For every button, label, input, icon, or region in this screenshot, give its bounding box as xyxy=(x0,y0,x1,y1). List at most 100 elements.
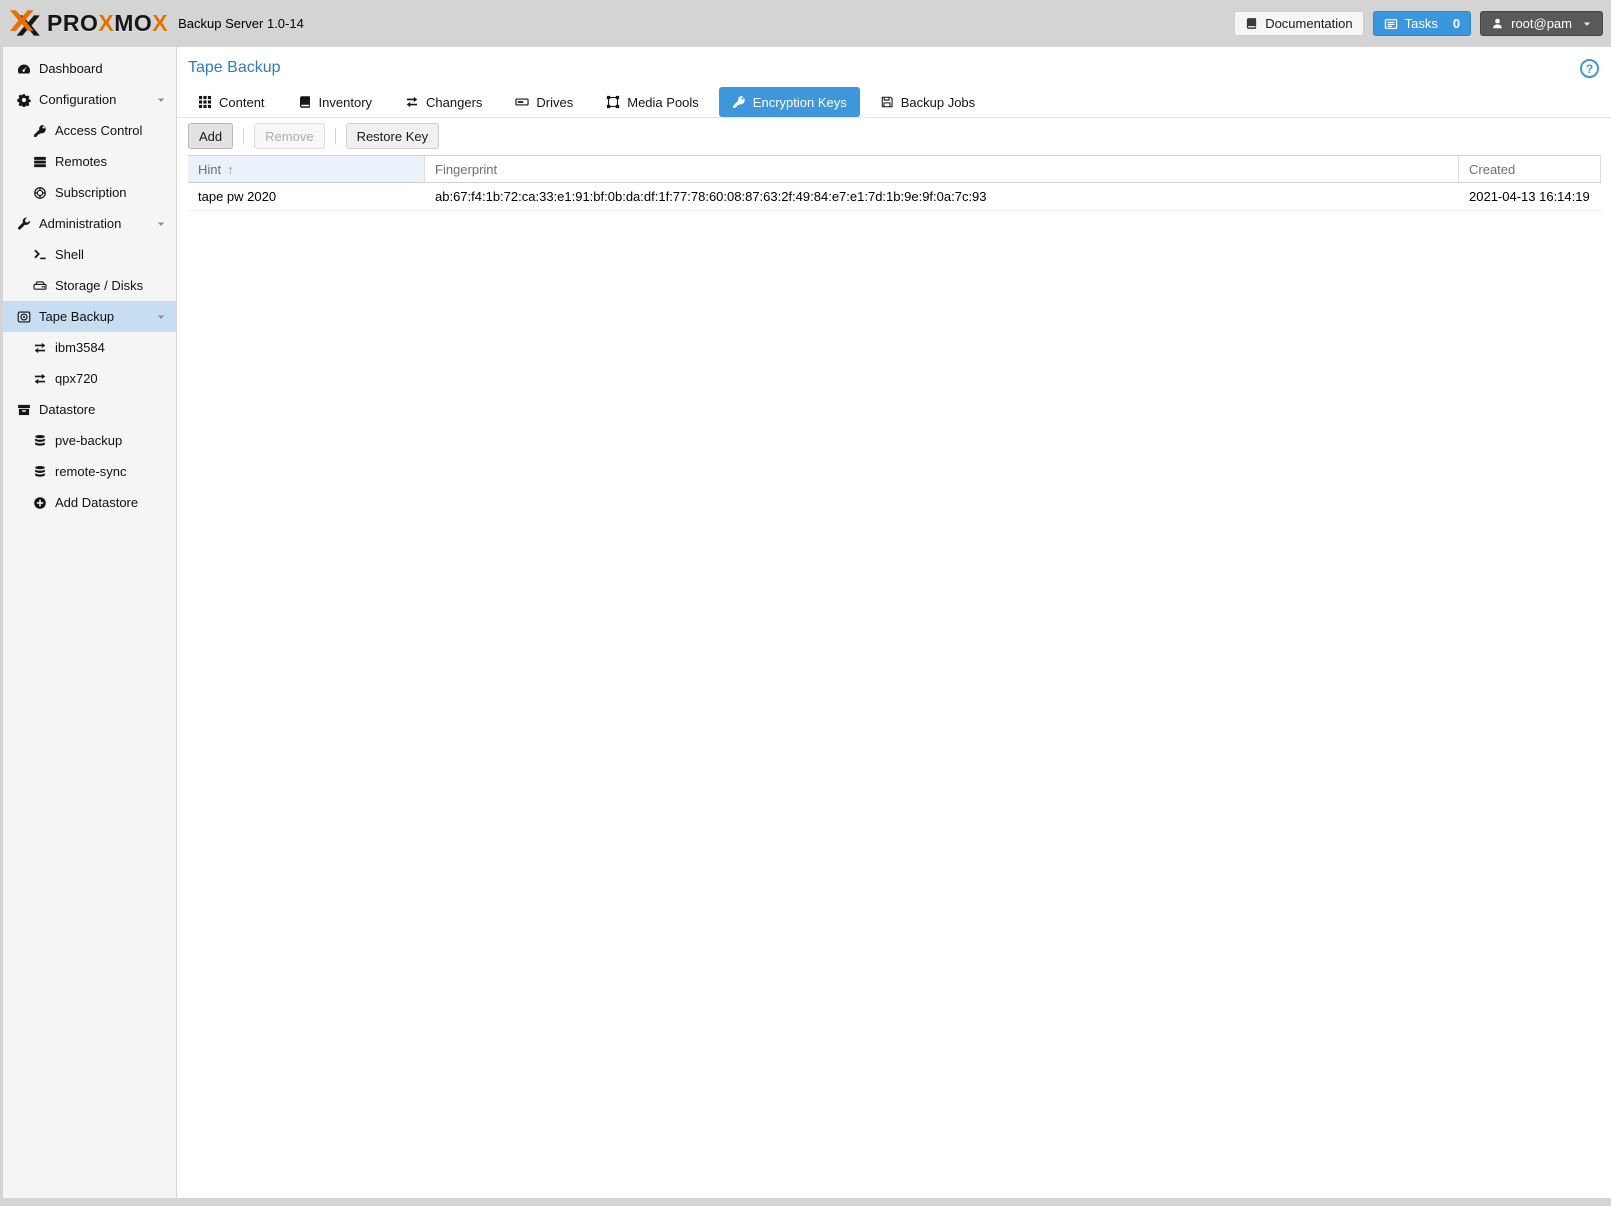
sidebar-item-label: Tape Backup xyxy=(39,309,114,324)
tab-encryption-keys[interactable]: Encryption Keys xyxy=(719,87,860,117)
dashboard-icon xyxy=(15,62,33,76)
exchange-icon xyxy=(405,95,419,109)
grid-icon xyxy=(198,95,212,109)
proxmox-x-logo-icon xyxy=(10,10,41,37)
key-icon xyxy=(31,124,49,138)
tab-drives[interactable]: Drives xyxy=(502,87,586,117)
sort-ascending-icon: ↑ xyxy=(227,162,234,177)
app-header: PROXMOX Backup Server 1.0-14 Documentati… xyxy=(0,0,1611,47)
user-icon xyxy=(1491,17,1504,30)
chevron-down-icon[interactable] xyxy=(156,95,166,105)
documentation-label: Documentation xyxy=(1265,16,1352,31)
proxmox-backup-server-app: PROXMOX Backup Server 1.0-14 Documentati… xyxy=(0,0,1611,1206)
sidebar-item-label: pve-backup xyxy=(55,433,122,448)
user-menu-button[interactable]: root@pam xyxy=(1480,11,1603,36)
header-actions: Documentation Tasks 0 root@pam xyxy=(1234,11,1603,36)
book-icon xyxy=(298,95,312,109)
sidebar-nav: Dashboard Configuration Access Control Remo… xyxy=(3,47,177,1198)
tasks-label: Tasks xyxy=(1405,16,1438,31)
sidebar-item-storage-disks[interactable]: Storage / Disks xyxy=(3,270,176,301)
chevron-down-icon[interactable] xyxy=(156,312,166,322)
column-label: Fingerprint xyxy=(435,162,497,177)
remotes-icon xyxy=(31,155,49,169)
sidebar-item-shell[interactable]: Shell xyxy=(3,239,176,270)
hdd-icon xyxy=(31,279,49,293)
wordmark-segment: PRO xyxy=(47,10,98,36)
tab-backup-jobs[interactable]: Backup Jobs xyxy=(867,87,988,117)
tasks-list-icon xyxy=(1384,17,1398,31)
tab-media-pools[interactable]: Media Pools xyxy=(593,87,712,117)
help-icon[interactable]: ? xyxy=(1580,59,1599,78)
sidebar-item-qpx720[interactable]: qpx720 xyxy=(3,363,176,394)
tab-label: Drives xyxy=(536,95,573,110)
sidebar-item-ibm3584[interactable]: ibm3584 xyxy=(3,332,176,363)
sidebar-item-access-control[interactable]: Access Control xyxy=(3,115,176,146)
tab-label: Changers xyxy=(426,95,482,110)
restore-key-button[interactable]: Restore Key xyxy=(346,123,440,149)
sidebar-item-remote-sync[interactable]: remote-sync xyxy=(3,456,176,487)
exchange-icon xyxy=(31,372,49,386)
table-row[interactable]: tape pw 2020ab:67:f4:1b:72:ca:33:e1:91:b… xyxy=(188,183,1601,211)
wrench-icon xyxy=(15,217,33,231)
sidebar-item-label: Dashboard xyxy=(39,61,103,76)
cell-hint: tape pw 2020 xyxy=(188,189,425,204)
sidebar-item-tape-backup[interactable]: Tape Backup xyxy=(3,301,176,332)
tab-label: Media Pools xyxy=(627,95,699,110)
database-icon xyxy=(31,434,49,448)
column-header-created[interactable]: Created xyxy=(1459,156,1601,182)
exchange-icon xyxy=(31,341,49,355)
column-label: Hint xyxy=(198,162,221,177)
sidebar-item-datastore[interactable]: Datastore xyxy=(3,394,176,425)
tab-label: Inventory xyxy=(319,95,372,110)
table-body: tape pw 2020ab:67:f4:1b:72:ca:33:e1:91:b… xyxy=(188,183,1601,211)
sidebar-item-label: Administration xyxy=(39,216,121,231)
column-label: Created xyxy=(1469,162,1515,177)
sidebar-item-label: Datastore xyxy=(39,402,95,417)
column-header-fingerprint[interactable]: Fingerprint xyxy=(425,156,1459,182)
sidebar-item-add-datastore[interactable]: Add Datastore xyxy=(3,487,176,518)
sidebar-item-label: Access Control xyxy=(55,123,142,138)
tab-changers[interactable]: Changers xyxy=(392,87,495,117)
toolbar-separator xyxy=(335,128,336,144)
wordmark-segment: MO xyxy=(114,10,152,36)
cell-fingerprint: ab:67:f4:1b:72:ca:33:e1:91:bf:0b:da:df:1… xyxy=(425,189,1459,204)
tab-inventory[interactable]: Inventory xyxy=(285,87,385,117)
sidebar-item-label: Storage / Disks xyxy=(55,278,143,293)
sidebar-item-dashboard[interactable]: Dashboard xyxy=(3,53,176,84)
tasks-button[interactable]: Tasks 0 xyxy=(1373,11,1471,36)
user-label: root@pam xyxy=(1511,16,1572,31)
sidebar-item-label: ibm3584 xyxy=(55,340,105,355)
toolbar-separator xyxy=(243,128,244,144)
proxmox-wordmark: PROXMOX xyxy=(47,10,168,37)
toolbar: Add Remove Restore Key xyxy=(177,117,1611,155)
tasks-count-badge: 0 xyxy=(1453,16,1460,31)
sidebar-item-subscription[interactable]: Subscription xyxy=(3,177,176,208)
sidebar-item-administration[interactable]: Administration xyxy=(3,208,176,239)
tape-icon xyxy=(15,310,33,324)
proxmox-logo: PROXMOX xyxy=(10,10,168,37)
sidebar-item-remotes[interactable]: Remotes xyxy=(3,146,176,177)
add-button[interactable]: Add xyxy=(188,123,233,149)
chevron-down-icon[interactable] xyxy=(156,219,166,229)
main-layout: Dashboard Configuration Access Control Remo… xyxy=(0,47,1611,1206)
terminal-icon xyxy=(31,248,49,262)
tab-bar: Content Inventory Changers Drives Media Pool… xyxy=(177,87,1611,117)
database-icon xyxy=(31,465,49,479)
drive-icon xyxy=(515,95,529,109)
object-group-icon xyxy=(606,95,620,109)
tab-content[interactable]: Content xyxy=(185,87,278,117)
book-icon xyxy=(1245,17,1258,30)
sidebar-item-label: remote-sync xyxy=(55,464,127,479)
plus-circle-icon xyxy=(31,496,49,510)
save-icon xyxy=(880,95,894,109)
page-title: Tape Backup xyxy=(188,59,281,76)
column-header-hint[interactable]: Hint ↑ xyxy=(188,156,425,182)
documentation-button[interactable]: Documentation xyxy=(1234,11,1363,36)
remove-button: Remove xyxy=(254,123,324,149)
sidebar-item-configuration[interactable]: Configuration xyxy=(3,84,176,115)
key-icon xyxy=(732,95,746,109)
sidebar-item-pve-backup[interactable]: pve-backup xyxy=(3,425,176,456)
wordmark-segment: X xyxy=(98,10,114,36)
cell-created: 2021-04-13 16:14:19 xyxy=(1459,189,1601,204)
tab-label: Encryption Keys xyxy=(753,95,847,110)
